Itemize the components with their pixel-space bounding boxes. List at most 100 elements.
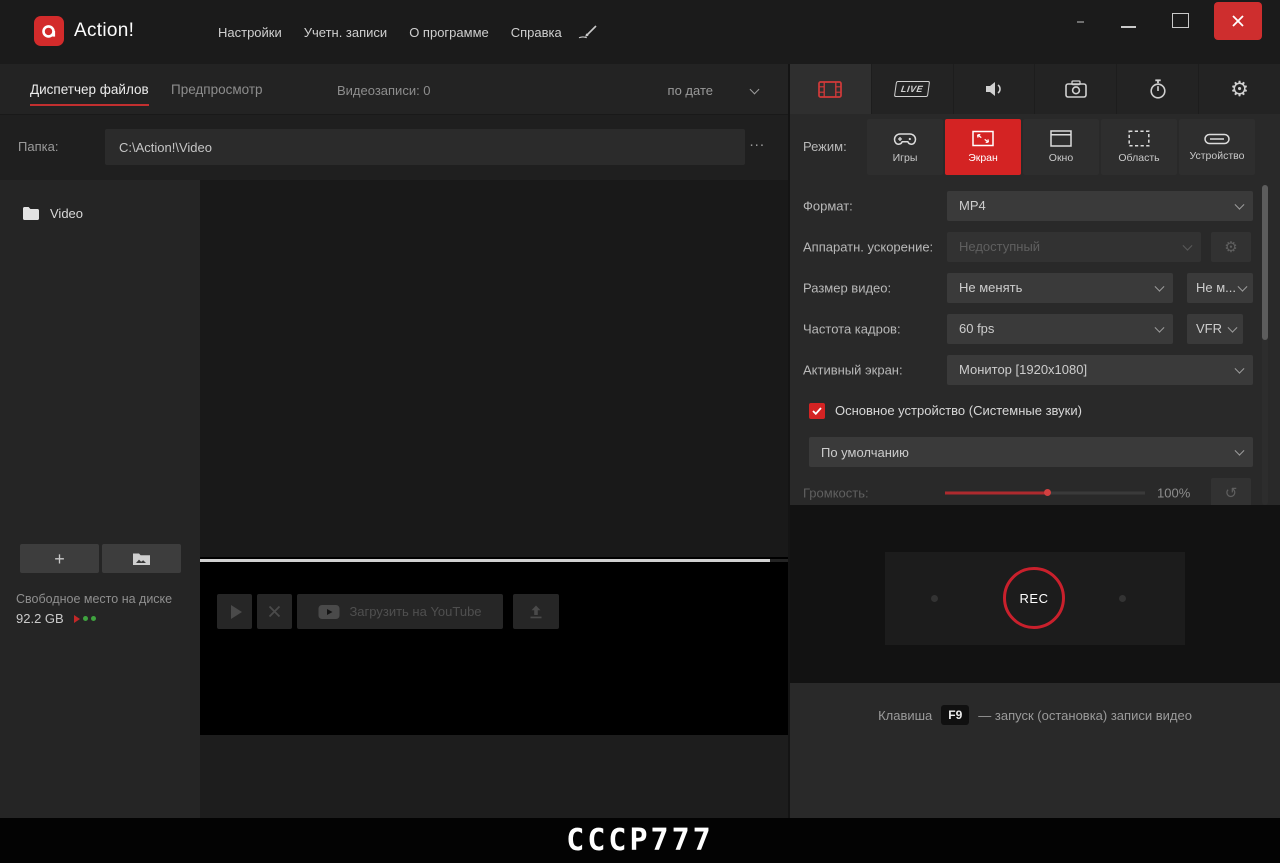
format-dropdown[interactable]: MP4 [947,190,1253,221]
hw-accel-settings-button[interactable]: ⚙ [1211,231,1251,262]
recording-settings: Формат: MP4 Аппаратн. ускорение: Недосту… [790,180,1280,513]
main-menu: Настройки Учетн. записи О программе Спра… [218,0,562,64]
media-preview-strip: Загрузить на YouTube [200,557,788,735]
format-label: Формат: [803,198,853,213]
setting-row-format: Формат: MP4 [790,185,1280,226]
framerate-mode-dropdown[interactable]: VFR [1187,313,1243,344]
video-size-mode-value: Не м... [1196,280,1237,295]
camera-icon [1065,80,1087,98]
app-logo-icon [34,16,64,46]
volume-slider[interactable] [945,489,1145,496]
framerate-dropdown[interactable]: 60 fps [947,313,1173,344]
folder-path-input[interactable] [105,129,745,165]
timer-icon [1150,79,1166,99]
mode-device-button[interactable]: Устройство [1179,119,1255,175]
seek-bar-fill [200,559,771,562]
sort-by-dropdown[interactable]: по дате [668,83,713,98]
media-controls: Загрузить на YouTube [217,594,559,629]
volume-slider-handle[interactable] [1044,489,1051,496]
tab-audio-recording[interactable] [954,64,1036,114]
menu-accounts[interactable]: Учетн. записи [304,25,387,40]
fullscreen-icon [972,130,994,147]
sidebar-item-video[interactable]: Video [0,200,200,226]
watermark-bar: CCCP777 [0,818,1280,863]
mode-label-window: Окно [1048,152,1074,164]
framerate-mode-value: VFR [1196,321,1222,336]
audio-device-dropdown[interactable]: По умолчанию [809,437,1253,467]
tab-preview[interactable]: Предпросмотр [171,82,263,97]
settings-scrollbar[interactable] [1262,185,1268,505]
rec-button-tray: REC [885,552,1185,645]
mode-screen-button[interactable]: Экран [945,119,1021,175]
recorder-panel: LIVE ⚙ Режим: Игры Экран Окно Область Ус… [790,64,1280,818]
tab-live-streaming[interactable]: LIVE [872,64,954,114]
pen-tool-icon[interactable] [576,24,600,45]
chevron-down-icon [1227,322,1238,333]
chevron-down-icon[interactable] [749,84,760,95]
menu-about[interactable]: О программе [409,25,489,40]
scrollbar-thumb[interactable] [1262,185,1268,340]
free-space-label: Свободное место на диске [16,592,173,606]
tab-screenshots[interactable] [1035,64,1118,114]
video-size-value: Не менять [959,280,1023,295]
region-icon [1128,130,1150,147]
mode-games-button[interactable]: Игры [867,119,943,175]
maximize-icon [1171,12,1189,28]
play-button[interactable] [217,594,252,629]
video-size-label: Размер видео: [803,280,892,295]
hw-accel-value: Недоступный [959,239,1041,254]
video-size-dropdown[interactable]: Не менять [947,272,1173,303]
mode-label-games: Игры [892,151,918,164]
mode-label: Режим: [803,139,847,154]
mode-region-button[interactable]: Область [1101,119,1177,175]
mode-row: Режим: Игры Экран Окно Область Устройств… [790,114,1280,180]
tab-settings[interactable]: ⚙ [1199,64,1280,114]
volume-reset-button[interactable]: ↺ [1211,477,1251,508]
filmstrip-icon [818,80,843,98]
menu-settings[interactable]: Настройки [218,25,282,40]
volume-value: 100% [1157,485,1191,500]
tab-file-manager[interactable]: Диспетчер файлов [30,82,149,106]
upload-arrow-icon [530,605,542,618]
active-screen-dropdown[interactable]: Монитор [1920x1080] [947,354,1253,385]
setting-row-video-size: Размер видео: Не менять Не м... [790,267,1280,308]
import-media-button[interactable] [102,544,181,573]
reset-icon: ↺ [1224,483,1238,502]
gamepad-icon [893,132,917,145]
close-x-icon [268,605,281,618]
gear-icon: ⚙ [1224,237,1238,256]
tab-video-recording[interactable] [790,64,872,114]
upload-to-youtube-button[interactable]: Загрузить на YouTube [297,594,503,629]
export-button[interactable] [513,594,559,629]
hotkey-suffix: — запуск (остановка) записи видео [978,707,1192,723]
maximize-button[interactable] [1168,8,1192,32]
rec-panel: REC [790,505,1280,683]
tray-dot [931,595,938,602]
seek-bar[interactable] [200,559,788,562]
audio-device-checkbox[interactable] [809,402,825,419]
window-icon [1050,130,1072,147]
hw-accel-dropdown[interactable]: Недоступный [947,231,1201,262]
tab-time-shift[interactable] [1117,64,1200,114]
disk-indicator-dot [82,616,88,621]
recordings-count: Видеозаписи: 0 [337,83,431,98]
delete-button[interactable] [257,594,292,629]
video-size-mode-dropdown[interactable]: Не м... [1187,272,1253,303]
close-button[interactable] [1214,2,1262,40]
tray-dot [1119,595,1126,602]
mode-window-button[interactable]: Окно [1023,119,1099,175]
browse-folder-button[interactable]: ... [749,133,765,150]
action-app-window: Action! Настройки Учетн. записи О програ… [0,0,1280,863]
audio-device-value: По умолчанию [821,444,909,460]
minimize-button[interactable] [1116,8,1140,32]
add-folder-button[interactable]: + [20,544,99,573]
gear-icon: ⚙ [1230,77,1249,101]
setting-row-hw-accel: Аппаратн. ускорение: Недоступный ⚙ [790,226,1280,267]
watermark-text: CCCP777 [566,823,714,858]
hotkey-key-badge: F9 [941,705,970,725]
menu-help[interactable]: Справка [511,25,562,40]
rec-button[interactable]: REC [1003,567,1065,629]
tray-dash-icon[interactable] [1077,21,1084,23]
titlebar: Action! Настройки Учетн. записи О програ… [0,0,1280,64]
folders-sidebar: Video + Свободное место на диске 92.2 GB [0,180,200,818]
